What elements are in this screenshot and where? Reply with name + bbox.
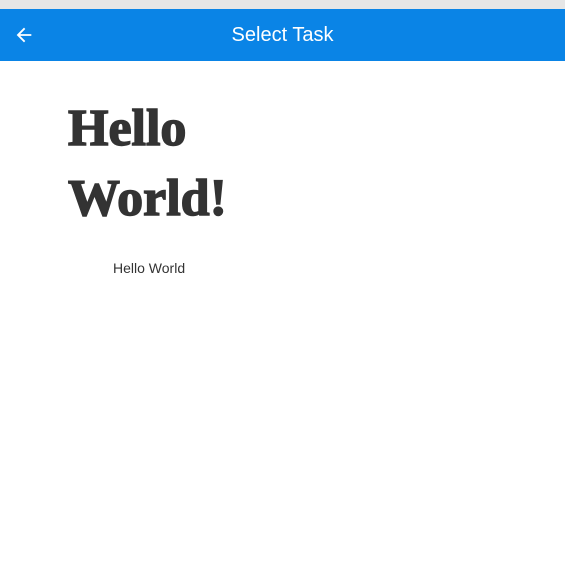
arrow-left-icon	[13, 24, 35, 46]
page-title: Select Task	[231, 24, 334, 46]
back-button[interactable]	[6, 17, 42, 53]
main-content: Hello World! Hello World	[0, 61, 565, 580]
hello-world-image: Hello World!	[66, 95, 266, 225]
top-edge-strip	[0, 0, 565, 9]
image-text-line2: World!	[68, 170, 227, 225]
image-text-line1: Hello	[68, 100, 186, 157]
caption-text: Hello World	[113, 260, 186, 276]
app-bar: Select Task	[0, 9, 565, 61]
